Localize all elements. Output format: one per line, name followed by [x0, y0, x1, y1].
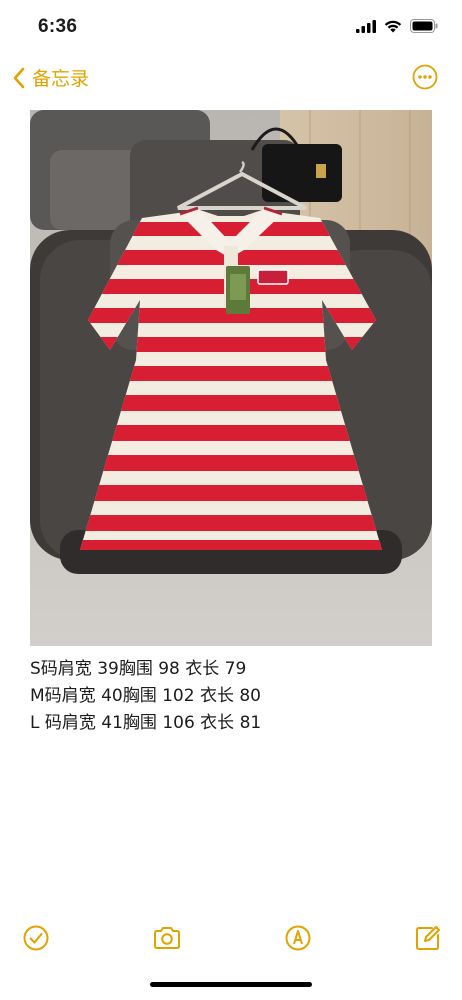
chevron-left-icon: [13, 67, 25, 88]
markup-pen-icon[interactable]: [284, 924, 312, 952]
back-button[interactable]: 备忘录: [12, 64, 89, 91]
note-line-size-s: S码肩宽 39胸围 98 衣长 79: [30, 659, 247, 679]
battery-icon: [410, 19, 438, 33]
wifi-icon: [384, 20, 402, 32]
status-time: 6:36: [38, 16, 78, 37]
note-line-size-m: M码肩宽 40胸围 102 衣长 80: [30, 686, 261, 706]
compose-icon[interactable]: [414, 924, 442, 952]
signal-icon: [356, 19, 376, 33]
status-icons: [356, 19, 438, 33]
bottom-toolbar: [0, 920, 462, 960]
note-line-size-l: L 码肩宽 41胸围 106 衣长 81: [30, 713, 262, 733]
striped-polo-dress-image: [30, 110, 432, 646]
back-label: 备忘录: [32, 68, 90, 90]
status-bar: 6:36: [0, 0, 462, 54]
checklist-icon[interactable]: [22, 924, 50, 952]
note-body[interactable]: S码肩宽 39胸围 98 衣长 79 M码肩宽 40胸围 102 衣长 80 L…: [30, 656, 440, 737]
more-options-icon[interactable]: [412, 64, 438, 90]
nav-bar: 备忘录: [0, 58, 462, 98]
camera-icon[interactable]: [152, 924, 182, 952]
note-photo[interactable]: [30, 110, 432, 646]
home-indicator[interactable]: [150, 982, 312, 987]
